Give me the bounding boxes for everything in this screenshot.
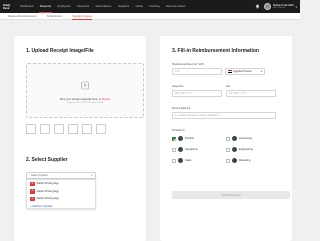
amount-label: Total Amount Due (Incl. VAT) [172, 63, 204, 66]
receipt-dropzone[interactable]: Drop your receipt image/file here, or br… [26, 63, 144, 118]
nav-requests[interactable]: Requests [37, 0, 55, 13]
thumbnail-slot[interactable] [82, 124, 92, 134]
checkbox[interactable] [172, 158, 176, 163]
submit-request-button[interactable]: Submit Request [172, 191, 290, 199]
supplier-option[interactable]: A Adobe Printing Egy [27, 195, 95, 203]
thumbnail-slot[interactable] [68, 124, 78, 134]
top-navbar: Holdy Desk Dashboard Requests Employees … [0, 0, 300, 13]
nav-dashboard[interactable]: Dashboard [17, 0, 37, 13]
reimbursement-form-card: 3. Fill-in Reimbursement Information Tot… [160, 36, 292, 241]
supplier-option-label: Adobe Printing Egy [36, 182, 59, 186]
forward-option-accounting[interactable]: Accounting [226, 136, 252, 141]
add-new-supplier-link[interactable]: + Add New Supplier [27, 203, 95, 210]
tab-subscriptions[interactable]: Subscriptions [47, 13, 63, 20]
amount-input[interactable]: 0.00 [172, 68, 222, 75]
service-label: Service Paid For [172, 107, 191, 110]
form-section-title: 3. Fill-in Reimbursement Information [172, 48, 259, 54]
attachment-thumbnails [26, 124, 110, 134]
department-label: Marketing [239, 159, 251, 162]
main-nav: Dashboard Requests Employees Payments Su… [17, 0, 189, 13]
issued-label: Issued On [172, 85, 184, 88]
department-label: Sales [185, 159, 192, 162]
supplier-option[interactable]: A Adobe Printing Egy [27, 180, 95, 188]
supplier-logo-icon: A [30, 189, 35, 194]
thumbnail-slot[interactable] [54, 124, 64, 134]
due-label: Due [226, 85, 231, 88]
forward-option-product[interactable]: Product [172, 136, 194, 141]
egypt-flag-icon [228, 70, 232, 73]
department-icon [178, 158, 183, 163]
department-icon [178, 147, 183, 152]
forward-option-marketing[interactable]: Marketing [226, 158, 250, 163]
nav-cards[interactable]: Cards [132, 0, 146, 13]
tab-request-reimbursement[interactable]: Request Reimbursement [8, 13, 37, 20]
checkbox[interactable] [226, 158, 230, 163]
forward-option-engineering[interactable]: Engineering [226, 147, 253, 152]
supplier-select-value: - Select Supplier - [29, 174, 50, 177]
supplier-logo-icon: A [30, 196, 35, 201]
chevron-down-icon: ▾ [91, 174, 93, 177]
nav-suppliers[interactable]: Suppliers [115, 0, 133, 13]
supplier-dropdown: A Adobe Printing Egy A Adobe Printing Eg… [26, 179, 96, 209]
checkbox[interactable] [172, 136, 176, 141]
issued-date-input[interactable]: DD / MM / YYYY [172, 90, 222, 97]
checkbox[interactable] [172, 147, 176, 152]
forward-option-sales[interactable]: Sales [172, 158, 192, 163]
browse-link[interactable]: browse [102, 98, 110, 101]
department-label: Operations [185, 148, 198, 151]
checkbox[interactable] [226, 147, 230, 152]
supplier-option-label: Adobe Printing Egy [36, 197, 59, 201]
due-placeholder: DD / MM / YYYY [229, 92, 247, 95]
department-icon [232, 136, 237, 141]
user-role: HR, Finance [273, 6, 286, 9]
thumbnail-slot[interactable] [26, 124, 36, 134]
forward-option-operations[interactable]: Operations [172, 147, 198, 152]
dropzone-text: Drop your receipt image/file here, or br… [60, 98, 110, 101]
nav-employees[interactable]: Employees [54, 0, 74, 13]
supplier-logo-icon: A [30, 181, 35, 186]
service-input[interactable]: e.g. Adobe Illustrator monthly subscript… [172, 112, 276, 119]
amount-placeholder: 0.00 [175, 70, 180, 73]
chevron-down-icon: ▾ [260, 70, 262, 73]
upload-icon [80, 77, 90, 95]
supplier-option-label: Adobe Printing Egy [36, 189, 59, 193]
currency-select[interactable]: Egyptian Pounds ▾ [225, 68, 265, 75]
nav-expense-claims[interactable]: Expense Claims [163, 0, 189, 13]
tab-supplier-invoices[interactable]: Supplier Invoices [72, 13, 92, 20]
department-icon [178, 136, 183, 141]
supplier-section-title: 2. Select Supplier [26, 157, 68, 163]
department-label: Product [185, 137, 194, 140]
upload-section-title: 1. Upload Receipt Image/File [26, 48, 94, 54]
upload-and-supplier-card: 1. Upload Receipt Image/File Drop your r… [14, 36, 146, 241]
avatar[interactable] [264, 3, 272, 10]
thumbnail-slot[interactable] [96, 124, 106, 134]
department-icon [232, 158, 237, 163]
nav-payments[interactable]: Payments [74, 0, 92, 13]
checkbox[interactable] [226, 136, 230, 141]
dropzone-hint: Supports: JPG, PNG, PDF (max 10MB) [66, 102, 104, 105]
supplier-option[interactable]: A Adobe Printing Egy [27, 188, 95, 196]
forward-label: Forward To [172, 129, 185, 132]
service-placeholder: e.g. Adobe Illustrator monthly subscript… [175, 114, 220, 117]
department-label: Accounting [239, 137, 252, 140]
currency-value: Egyptian Pounds [233, 70, 252, 73]
app-logo[interactable]: Holdy Desk [0, 4, 17, 10]
department-icon [232, 147, 237, 152]
user-info[interactable]: Mohammad Nabil HR, Finance [273, 4, 293, 10]
supplier-select[interactable]: - Select Supplier - ▾ [26, 172, 96, 179]
nav-subscriptions[interactable]: Subscriptions [92, 0, 115, 13]
chevron-down-icon[interactable]: ▾ [295, 5, 297, 9]
issued-placeholder: DD / MM / YYYY [175, 92, 193, 95]
dropzone-instruction: Drop your receipt image/file here, or [59, 97, 102, 101]
nav-invoicing[interactable]: Invoicing [146, 0, 163, 13]
bell-icon[interactable] [254, 4, 260, 10]
request-tabs: Request Reimbursement Subscriptions Supp… [0, 13, 300, 20]
user-menu[interactable]: Mohammad Nabil HR, Finance ▾ [254, 3, 300, 10]
thumbnail-slot[interactable] [40, 124, 50, 134]
due-date-input[interactable]: DD / MM / YYYY [226, 90, 276, 97]
department-label: Engineering [239, 148, 253, 151]
